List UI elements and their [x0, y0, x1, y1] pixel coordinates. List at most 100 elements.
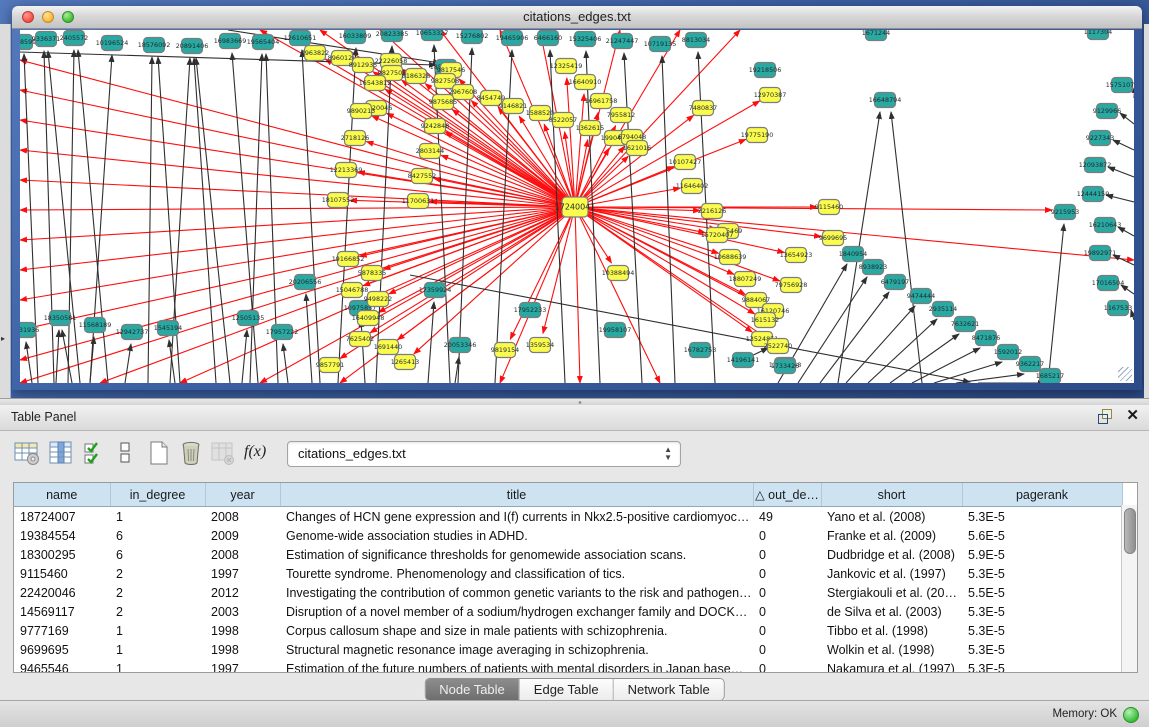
graph-node-teal[interactable]: 20891406 [176, 39, 209, 54]
table-cell[interactable]: 1 [110, 507, 205, 527]
table-cell[interactable]: 5.9E-5 [962, 545, 1122, 564]
graph-node-yellow[interactable]: 1615132 [751, 313, 779, 328]
table-cell[interactable]: Dudbridge et al. (2008) [821, 545, 962, 564]
table-cell[interactable]: 49 [753, 507, 821, 527]
column-header-pagerank[interactable]: pagerank [962, 483, 1122, 507]
graph-node-yellow[interactable]: 8186328 [402, 69, 430, 84]
table-cell[interactable]: 0 [753, 545, 821, 564]
scrollbar-thumb[interactable] [1124, 508, 1136, 554]
table-cell[interactable]: 5.6E-5 [962, 526, 1122, 545]
graph-node-teal[interactable]: 17952233 [514, 303, 547, 318]
graph-node-teal[interactable]: 2935114 [929, 302, 957, 317]
graph-node-teal[interactable]: 10653327 [416, 30, 449, 41]
graph-node-yellow[interactable]: 16961758 [585, 94, 618, 109]
table-cell[interactable]: 0 [753, 659, 821, 673]
table-cell[interactable]: 2009 [205, 526, 280, 545]
control-panel-collapsed-edge[interactable]: ▸ [0, 24, 11, 398]
graph-node-teal[interactable]: 10196524 [96, 36, 129, 51]
graph-node-yellow[interactable]: 2718126 [341, 131, 369, 146]
graph-node-yellow[interactable]: 8427552 [408, 169, 436, 184]
tab-node-table[interactable]: Node Table [425, 679, 520, 700]
table-cell[interactable]: 9699695 [14, 640, 110, 659]
table-cell[interactable]: Tourette syndrome. Phenomenology and cla… [280, 564, 753, 583]
graph-node-teal[interactable]: 15276802 [456, 30, 489, 44]
table-cell[interactable]: 0 [753, 526, 821, 545]
table-cell[interactable]: 2 [110, 602, 205, 621]
graph-node-yellow[interactable]: 16640910 [569, 75, 602, 90]
graph-node-teal[interactable]: 16033809 [339, 30, 372, 44]
table-cell[interactable]: 0 [753, 602, 821, 621]
graph-node-teal[interactable]: 15751074 [1106, 78, 1134, 93]
graph-node-teal[interactable]: 18576092 [138, 38, 171, 53]
graph-node-yellow[interactable]: 10388494 [602, 266, 635, 281]
graph-node-yellow[interactable]: 1691440 [374, 340, 402, 355]
graph-node-teal[interactable]: 10719135 [644, 37, 677, 52]
graph-node-teal[interactable]: 8471876 [972, 331, 1000, 346]
table-cell[interactable]: 22420046 [14, 583, 110, 602]
table-row[interactable]: 911546021997Tourette syndrome. Phenomeno… [14, 564, 1122, 583]
table-row[interactable]: 1872400712008Changes of HCN gene express… [14, 507, 1122, 527]
row-height-icon[interactable] [116, 440, 134, 466]
network-window-titlebar[interactable]: citations_edges.txt [12, 6, 1142, 29]
table-cell[interactable]: 6 [110, 545, 205, 564]
memory-status-indicator[interactable] [1123, 707, 1139, 723]
graph-node-yellow[interactable]: 12970387 [754, 88, 787, 103]
window-resize-grip[interactable] [1118, 367, 1132, 381]
graph-node-yellow[interactable]: 9699695 [819, 231, 847, 246]
table-cell[interactable]: 2003 [205, 602, 280, 621]
table-cell[interactable]: Genome-wide association studies in ADHD. [280, 526, 753, 545]
graph-node-teal[interactable]: 21247447 [606, 34, 639, 49]
graph-node-yellow[interactable]: 11700631 [402, 194, 435, 209]
network-view-window[interactable]: citations_edges.txt 88085999336371240557… [12, 6, 1142, 390]
results-panel-collapsed-edge[interactable] [1144, 24, 1149, 398]
function-builder-button[interactable]: f(x) [244, 443, 270, 469]
graph-node-teal[interactable]: 11568189 [79, 318, 112, 333]
table-row[interactable]: 977716911998Corpus callosum shape and si… [14, 621, 1122, 640]
table-selector-dropdown[interactable]: citations_edges.txt ▲▼ [287, 441, 681, 467]
table-cell[interactable]: 2008 [205, 545, 280, 564]
graph-node-teal[interactable]: 17016504 [1092, 276, 1125, 291]
table-cell[interactable]: 9777169 [14, 621, 110, 640]
table-cell[interactable]: 9115460 [14, 564, 110, 583]
show-columns-icon[interactable] [48, 440, 74, 466]
float-panel-icon[interactable] [1098, 409, 1112, 423]
table-cell[interactable]: 1 [110, 640, 205, 659]
graph-node-yellow[interactable]: 8522057 [549, 113, 577, 128]
table-cell[interactable]: 1 [110, 659, 205, 673]
create-column-icon[interactable] [146, 440, 172, 466]
table-cell[interactable]: Structural magnetic resonance image aver… [280, 640, 753, 659]
graph-node-teal[interactable]: 9215953 [1051, 205, 1079, 220]
graph-node-teal[interactable]: 19958107 [599, 323, 632, 338]
network-graph-canvas[interactable]: 8808599933637124055721019652418576092208… [20, 30, 1134, 383]
column-header-year[interactable]: year [205, 483, 280, 507]
graph-node-teal[interactable]: 16782753 [684, 343, 717, 358]
graph-node-teal[interactable]: 12942737 [116, 325, 149, 340]
table-cell[interactable]: Stergiakouli et al. (2012) [821, 583, 962, 602]
graph-node-teal[interactable]: 1685217 [1036, 369, 1064, 384]
graph-node-yellow[interactable]: 2216126 [698, 204, 726, 219]
table-cell[interactable]: 0 [753, 640, 821, 659]
table-cell[interactable]: Investigating the contribution of common… [280, 583, 753, 602]
column-header-title[interactable]: title [280, 483, 753, 507]
table-cell[interactable]: Corpus callosum shape and size in male p… [280, 621, 753, 640]
column-header--out_de-[interactable]: △ out_de… [753, 483, 821, 507]
tab-network-table[interactable]: Network Table [614, 679, 724, 700]
table-cell[interactable]: 1998 [205, 621, 280, 640]
table-cell[interactable]: Wolkin et al. (1998) [821, 640, 962, 659]
table-cell[interactable]: 5.3E-5 [962, 602, 1122, 621]
graph-node-yellow[interactable]: 9857791 [316, 358, 344, 373]
graph-node-teal[interactable]: 9129966 [1093, 104, 1121, 119]
table-row[interactable]: 2242004622012Investigating the contribut… [14, 583, 1122, 602]
table-cell[interactable]: 2008 [205, 507, 280, 527]
graph-node-yellow[interactable]: 79756928 [775, 278, 808, 293]
graph-node-teal[interactable]: 8813034 [682, 33, 710, 48]
table-row[interactable]: 946554611997Estimation of the future num… [14, 659, 1122, 673]
graph-node-yellow[interactable]: 7955812 [607, 108, 635, 123]
column-header-in_degree[interactable]: in_degree [110, 483, 205, 507]
graph-node-yellow[interactable]: 9146821 [499, 99, 527, 114]
graph-node-teal[interactable]: 16210643 [1089, 218, 1122, 233]
graph-node-yellow[interactable]: 9875685 [429, 95, 457, 110]
graph-node-yellow[interactable]: 1265413 [391, 355, 419, 370]
table-row[interactable]: 1830029562008Estimation of significance … [14, 545, 1122, 564]
node-attribute-table[interactable]: namein_degreeyeartitle△ out_de…shortpage… [14, 483, 1123, 673]
